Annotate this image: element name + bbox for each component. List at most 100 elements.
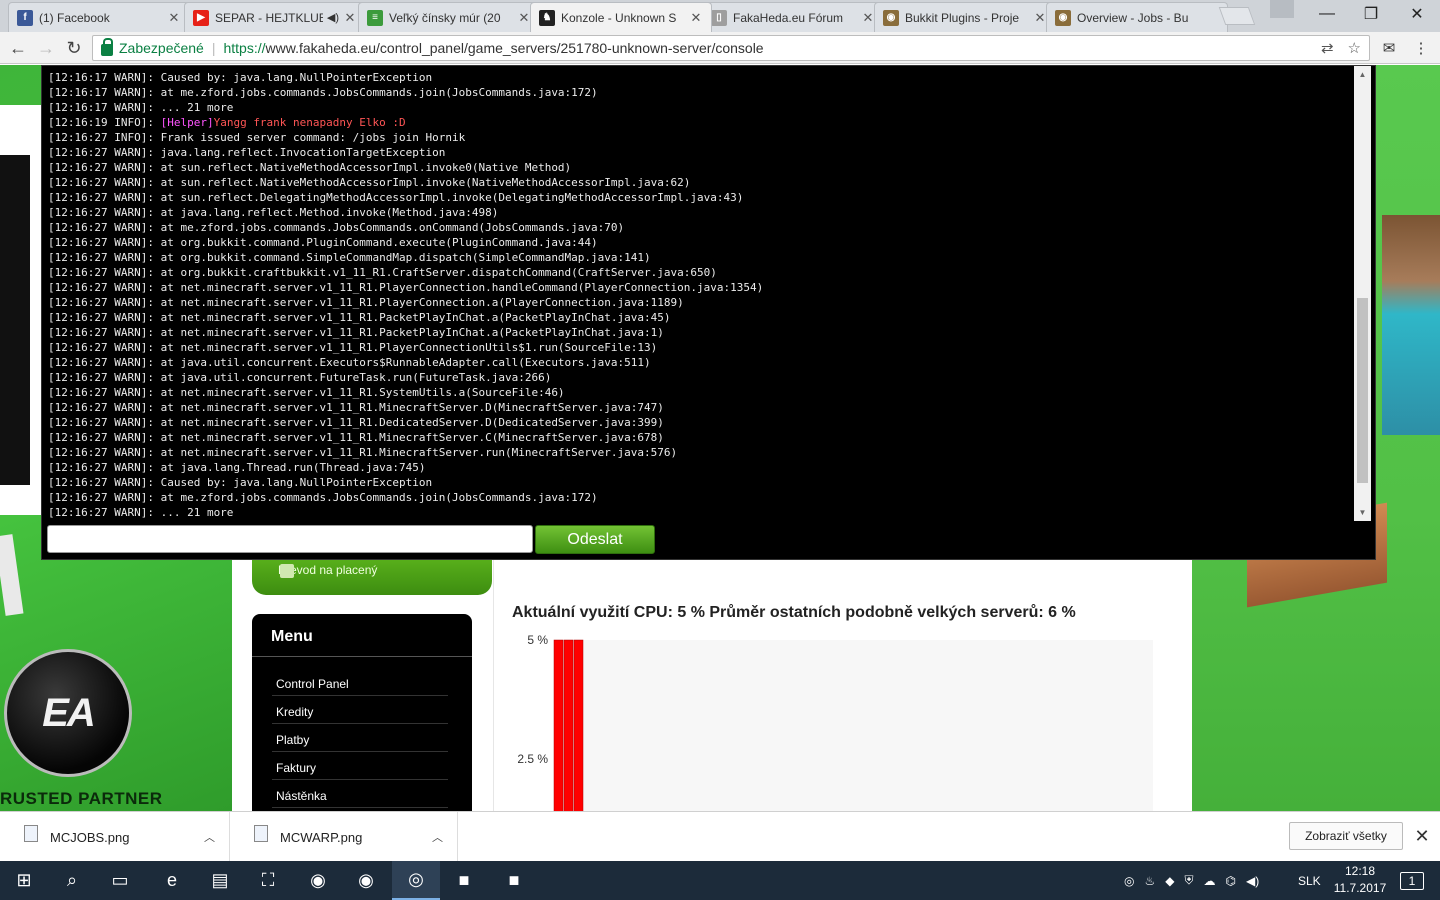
- url-scheme: https://: [223, 40, 266, 56]
- close-downloads-icon[interactable]: ✕: [1412, 824, 1432, 848]
- url-text: www.fakaheda.eu/control_panel/game_serve…: [265, 40, 764, 56]
- menu-item[interactable]: Faktury: [272, 752, 448, 780]
- scroll-down-arrow-icon[interactable]: ▼: [1354, 504, 1371, 521]
- store-icon[interactable]: ⛶: [244, 861, 292, 900]
- forward-button[interactable]: →: [34, 36, 58, 60]
- start-button[interactable]: ⊞: [0, 861, 48, 900]
- minimize-button[interactable]: —: [1304, 0, 1350, 28]
- tab-title: Bukkit Plugins - Proje: [905, 10, 1020, 25]
- console-line: [12:16:27 WARN]: at sun.reflect.Delegati…: [48, 190, 1352, 205]
- tab-title: Overview - Jobs - Bu: [1077, 10, 1189, 25]
- y-tick-label: 5 %: [527, 633, 548, 647]
- translate-icon[interactable]: ⇄: [1321, 39, 1334, 57]
- menu-item[interactable]: Control Panel: [272, 668, 448, 696]
- console-line: [12:16:17 WARN]: Caused by: java.lang.Nu…: [48, 70, 1352, 85]
- browser-tab[interactable]: f (1) Facebook ✕: [8, 2, 190, 32]
- chat-message: Yangg frank nenapadny Elko :D: [213, 116, 406, 129]
- minecraft-server-icon[interactable]: ■: [490, 861, 538, 900]
- console-line: [12:16:27 WARN]: java.lang.reflect.Invoc…: [48, 145, 1352, 160]
- facebook-icon: f: [17, 9, 33, 26]
- mail-extension-icon[interactable]: ✉: [1378, 37, 1400, 59]
- menu-item[interactable]: Kredity: [272, 696, 448, 724]
- console-line-text: [12:16:17 WARN]: Caused by: java.lang.Nu…: [48, 71, 433, 84]
- window-close-button[interactable]: ✕: [1394, 0, 1440, 28]
- ad-graphic-dark: [0, 155, 30, 485]
- menu-item[interactable]: Nástěnka: [272, 780, 448, 808]
- console-line: [12:16:27 WARN]: at net.minecraft.server…: [48, 325, 1352, 340]
- console-line: [12:16:27 WARN]: at net.minecraft.server…: [48, 385, 1352, 400]
- maximize-button[interactable]: ❐: [1348, 0, 1394, 28]
- minecraft-icon[interactable]: ■: [440, 861, 488, 900]
- chrome-menu-icon[interactable]: ⋮: [1410, 37, 1432, 59]
- browser-tab[interactable]: ◉ Bukkit Plugins - Proje ✕: [874, 2, 1056, 32]
- console-line: [12:16:27 INFO]: Frank issued server com…: [48, 130, 1352, 145]
- console-line: [12:16:17 WARN]: ... 21 more: [48, 100, 1352, 115]
- profile-button[interactable]: [1270, 0, 1294, 18]
- console-line-text: [12:16:27 WARN]: at net.minecraft.server…: [48, 326, 664, 339]
- tab-close-icon[interactable]: ✕: [167, 10, 181, 26]
- console-line-text: [12:16:27 WARN]: at net.minecraft.server…: [48, 401, 664, 414]
- clock[interactable]: 12:18 11.7.2017: [1330, 863, 1390, 897]
- menu-item[interactable]: Platby: [272, 724, 448, 752]
- server-console: [12:16:17 WARN]: Caused by: java.lang.Nu…: [41, 65, 1376, 560]
- show-all-downloads-button[interactable]: Zobraziť všetky: [1289, 822, 1403, 850]
- console-line-text: [12:16:27 WARN]: java.lang.reflect.Invoc…: [48, 146, 446, 159]
- new-tab-button[interactable]: [1218, 7, 1256, 25]
- firefox-dev-icon[interactable]: ◉: [342, 861, 390, 900]
- tab-close-icon[interactable]: ✕: [861, 10, 875, 26]
- download-item[interactable]: MCWARP.png ︿: [230, 812, 458, 862]
- scroll-up-arrow-icon[interactable]: ▲: [1354, 66, 1371, 83]
- tab-close-icon[interactable]: ✕: [689, 10, 703, 26]
- chevron-up-icon[interactable]: ︿: [432, 829, 443, 845]
- language-indicator[interactable]: SLK: [1298, 861, 1321, 900]
- notification-center-icon[interactable]: 1: [1400, 872, 1424, 890]
- defender-tray-icon[interactable]: ⛨: [1184, 873, 1193, 888]
- chevron-up-icon[interactable]: ︿: [204, 829, 215, 845]
- clock-time: 12:18: [1344, 864, 1376, 878]
- browser-tab[interactable]: ▶ SEPAR - HEJTKLUB ◀) ✕: [184, 2, 366, 32]
- console-line: [12:16:27 WARN]: at net.minecraft.server…: [48, 415, 1352, 430]
- download-filename: MCWARP.png: [280, 829, 363, 845]
- helper-tag: [Helper]: [160, 116, 214, 129]
- chrome-icon[interactable]: ◎: [392, 861, 440, 900]
- firefox-icon[interactable]: ◉: [294, 861, 342, 900]
- console-line-text: [12:16:27 WARN]: at java.lang.reflect.Me…: [48, 206, 499, 219]
- volume-tray-icon[interactable]: ◀): [1246, 874, 1259, 888]
- edge-icon[interactable]: e: [148, 861, 196, 900]
- browser-tab[interactable]: ▯ FakaHeda.eu Fórum ✕: [702, 2, 884, 32]
- console-line: [12:16:27 WARN]: at me.zford.jobs.comman…: [48, 220, 1352, 235]
- console-line: [12:16:27 WARN]: at net.minecraft.server…: [48, 310, 1352, 325]
- reload-button[interactable]: ↻: [62, 36, 86, 60]
- task-view-icon[interactable]: ▭: [96, 861, 144, 900]
- network-tray-icon[interactable]: ⌬: [1226, 874, 1236, 888]
- send-button[interactable]: Odeslat: [535, 525, 655, 554]
- nvidia-tray-icon[interactable]: ◆: [1165, 874, 1174, 888]
- scrollbar-thumb[interactable]: [1357, 298, 1368, 483]
- download-item[interactable]: MCJOBS.png ︿: [0, 812, 230, 862]
- file-explorer-icon[interactable]: ▤: [196, 861, 244, 900]
- onedrive-tray-icon[interactable]: ☁: [1204, 874, 1216, 888]
- tab-close-icon[interactable]: ✕: [1033, 10, 1047, 26]
- tab-close-icon[interactable]: ✕: [517, 10, 531, 26]
- tab-title: Veľký čínsky múr (20: [389, 10, 501, 25]
- console-line-text: [12:16:27 WARN]: at net.minecraft.server…: [48, 446, 678, 459]
- browser-tab[interactable]: ≡ Veľký čínsky múr (20 ✕: [358, 2, 540, 32]
- bookmark-star-icon[interactable]: ☆: [1348, 39, 1361, 57]
- steam-tray-icon[interactable]: ♨: [1144, 874, 1155, 888]
- console-line-text: [12:16:27 WARN]: at net.minecraft.server…: [48, 416, 664, 429]
- browser-tab[interactable]: ♞ Konzole - Unknown S ✕: [530, 2, 712, 32]
- tab-close-icon[interactable]: ✕: [343, 10, 357, 26]
- console-line-text: [12:16:27 WARN]: at sun.reflect.Delegati…: [48, 191, 744, 204]
- downloads-bar: MCJOBS.png ︿ MCWARP.png ︿ Zobraziť všetk…: [0, 811, 1440, 862]
- tab-audio-icon[interactable]: ◀): [327, 11, 339, 24]
- console-line: [12:16:17 WARN]: at me.zford.jobs.comman…: [48, 85, 1352, 100]
- console-scrollbar[interactable]: ▲ ▼: [1354, 66, 1371, 521]
- address-bar[interactable]: Zabezpečené | https:// www.fakaheda.eu/c…: [92, 35, 1370, 61]
- chrome-tray-icon[interactable]: ◎: [1124, 874, 1134, 888]
- image-file-icon: [24, 824, 38, 842]
- console-command-input[interactable]: [47, 525, 533, 553]
- search-icon[interactable]: ⌕: [48, 861, 96, 900]
- console-line-text: [12:16:27 WARN]: at org.bukkit.command.S…: [48, 251, 651, 264]
- browser-tab[interactable]: ◉ Overview - Jobs - Bu: [1046, 2, 1228, 32]
- back-button[interactable]: ←: [6, 36, 30, 60]
